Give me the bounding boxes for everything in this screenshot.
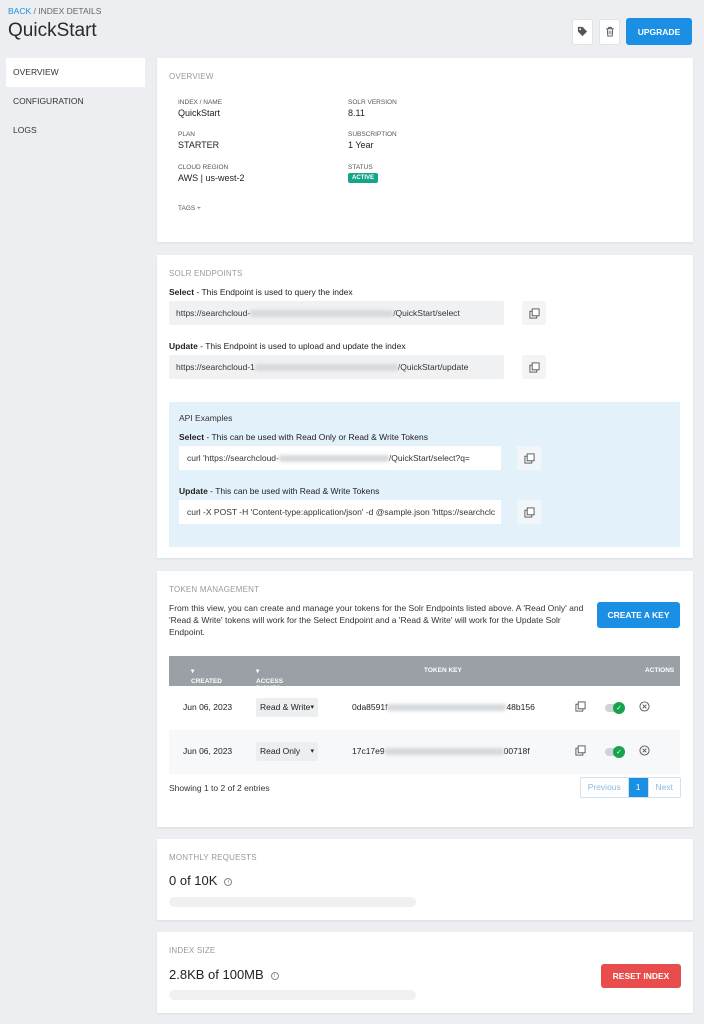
copy-icon [523, 452, 535, 464]
cloud-region-field: CLOUD REGION AWS | us-west-2 [178, 164, 245, 183]
col-token-key[interactable]: TOKEN KEY [424, 667, 462, 674]
token-created: Jun 06, 2023 [183, 702, 233, 712]
update-endpoint-url[interactable]: https://searchcloud-1/QuickStart/update [169, 355, 504, 379]
endpoints-title: SOLR ENDPOINTS [169, 269, 243, 278]
col-created[interactable]: CREATED ▾ [191, 667, 222, 685]
pagination: Previous 1 Next [579, 777, 681, 798]
table-row: Jun 06, 2023 Read Only ▾ 17c17e9 00718f ✓ [169, 730, 680, 774]
copy-select-button[interactable] [522, 301, 546, 325]
monthly-requests-title: MONTHLY REQUESTS [169, 853, 257, 862]
token-enabled-toggle[interactable]: ✓ [605, 746, 625, 758]
monthly-requests-card: MONTHLY REQUESTS 0 of 10K i [157, 839, 693, 920]
chevron-down-icon: ▾ [310, 704, 314, 711]
close-circle-icon[interactable] [639, 745, 650, 756]
overview-title: OVERVIEW [169, 72, 214, 81]
tag-icon [577, 26, 588, 37]
access-rights-select[interactable]: Read & Write ▾ [256, 698, 318, 717]
api-examples-box: API Examples Select - This can be used w… [169, 402, 680, 547]
copy-update-button[interactable] [522, 355, 546, 379]
copy-icon[interactable] [575, 701, 586, 712]
token-management-title: TOKEN MANAGEMENT [169, 585, 260, 594]
api-examples-title: API Examples [179, 413, 233, 423]
pagination-next[interactable]: Next [647, 778, 680, 797]
token-management-description: From this view, you can create and manag… [169, 603, 584, 637]
check-icon: ✓ [613, 746, 625, 758]
copy-icon [523, 506, 535, 518]
chevron-down-icon: ▾ [310, 748, 314, 755]
copy-api-update-button[interactable] [517, 500, 541, 524]
monthly-requests-value: 0 of 10K i [169, 873, 233, 888]
copy-api-select-button[interactable] [517, 446, 541, 470]
overview-card: OVERVIEW INDEX / NAME QuickStart SOLR VE… [157, 58, 693, 242]
info-icon[interactable]: i [224, 877, 233, 886]
back-link[interactable]: BACK [8, 6, 31, 16]
col-actions: ACTIONS [645, 667, 675, 674]
api-update-label: Update - This can be used with Read & Wr… [179, 486, 380, 496]
sidebar-item-configuration[interactable]: CONFIGURATION [6, 87, 145, 116]
info-icon[interactable]: i [270, 971, 279, 980]
breadcrumb: BACK / INDEX DETAILS [8, 6, 102, 16]
table-row: Jun 06, 2023 Read & Write ▾ 0da8591f 48b15… [169, 686, 680, 730]
create-key-button[interactable]: CREATE A KEY [597, 602, 680, 628]
trash-icon [605, 26, 614, 37]
monthly-requests-progress [169, 897, 416, 907]
sidebar-item-overview[interactable]: OVERVIEW [6, 58, 145, 87]
status-badge: ACTIVE [348, 173, 379, 183]
select-endpoint-url[interactable]: https://searchcloud-/QuickStart/select [169, 301, 504, 325]
index-name-field: INDEX / NAME QuickStart [178, 99, 223, 118]
sidebar-item-logs[interactable]: LOGS [6, 116, 145, 145]
token-enabled-toggle[interactable]: ✓ [605, 702, 625, 714]
tags-add[interactable]: TAGS + [178, 205, 201, 212]
api-update-command[interactable]: curl -X POST -H 'Content-type:applicatio… [179, 500, 501, 524]
sidebar: OVERVIEW CONFIGURATION LOGS [6, 58, 145, 145]
entries-info: Showing 1 to 2 of 2 entries [169, 783, 270, 793]
header-actions: UPGRADE [572, 18, 692, 45]
reset-index-button[interactable]: RESET INDEX [601, 964, 681, 988]
col-access-rights[interactable]: ACCESS RIGHTS ▾ [256, 667, 283, 692]
index-size-value: 2.8KB of 100MB i [169, 967, 279, 982]
check-icon: ✓ [613, 702, 625, 714]
page-title: QuickStart [8, 20, 97, 41]
status-field: STATUS ACTIVE [348, 164, 379, 183]
index-size-progress [169, 990, 416, 1000]
update-endpoint-label: Update - This Endpoint is used to upload… [169, 341, 406, 351]
close-circle-icon[interactable] [639, 701, 650, 712]
tag-button[interactable] [572, 18, 593, 45]
api-select-command[interactable]: curl 'https://searchcloud-/QuickStart/se… [179, 446, 501, 470]
header: BACK / INDEX DETAILS QuickStart [8, 6, 101, 42]
plan-field: PLAN STARTER [178, 131, 220, 150]
index-size-card: INDEX SIZE 2.8KB of 100MB i RESET INDEX [157, 932, 693, 1013]
copy-icon [528, 361, 540, 373]
token-management-card: TOKEN MANAGEMENT From this view, you can… [157, 571, 693, 827]
subscription-field: SUBSCRIPTION 1 Year [348, 131, 397, 150]
token-key: 0da8591f 48b156 [352, 702, 535, 712]
pagination-page-1[interactable]: 1 [628, 778, 648, 797]
token-key: 17c17e9 00718f [352, 746, 530, 756]
access-rights-select[interactable]: Read Only ▾ [256, 742, 318, 761]
breadcrumb-current: INDEX DETAILS [38, 6, 102, 16]
delete-button[interactable] [599, 18, 620, 45]
solr-endpoints-card: SOLR ENDPOINTS Select - This Endpoint is… [157, 255, 693, 558]
select-endpoint-label: Select - This Endpoint is used to query … [169, 287, 353, 297]
solr-version-field: SOLR VERSION 8.11 [348, 99, 397, 118]
token-table-header: CREATED ▾ ACCESS RIGHTS ▾ TOKEN KEY ACTI… [169, 656, 680, 692]
copy-icon[interactable] [575, 745, 586, 756]
api-select-label: Select - This can be used with Read Only… [179, 432, 428, 442]
copy-icon [528, 307, 540, 319]
pagination-previous[interactable]: Previous [581, 778, 629, 797]
index-size-title: INDEX SIZE [169, 946, 216, 955]
upgrade-button[interactable]: UPGRADE [626, 18, 692, 45]
token-created: Jun 06, 2023 [183, 746, 233, 756]
